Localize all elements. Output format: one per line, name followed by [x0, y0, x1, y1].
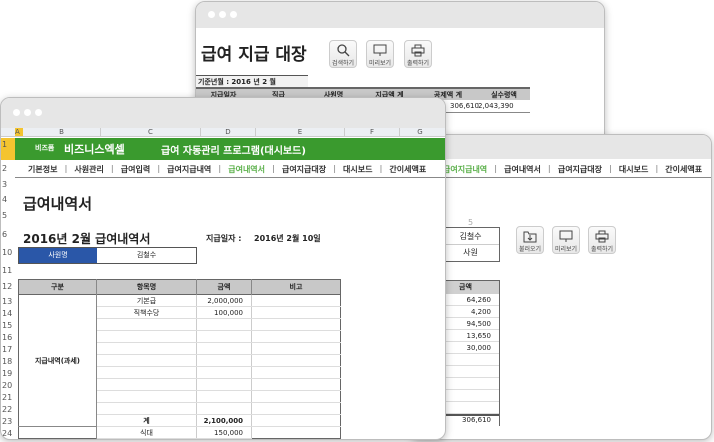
- row-number: 2: [2, 164, 8, 173]
- payslip-subtitle: 2016년 2월 급여내역서: [23, 232, 151, 246]
- search-icon: [337, 44, 350, 57]
- nav-item[interactable]: 대시보드: [619, 164, 648, 175]
- row-number: 20: [2, 381, 13, 390]
- dashboard-window: 급여지급내역 | 급여내역서 | 급여지급대장 | 대시보드 | 간이세액표 5 김철수…: [410, 134, 712, 440]
- nav-item[interactable]: 급여내역서: [228, 164, 265, 175]
- table-row: 식대 150,000: [18, 426, 341, 439]
- category-cell: 지급내역(과세): [18, 294, 97, 427]
- row-number: 4: [2, 195, 8, 204]
- print-button[interactable]: 출력하기: [588, 226, 616, 254]
- printer-icon: [411, 44, 425, 57]
- monitor-icon: [559, 230, 573, 242]
- nav-item[interactable]: 간이세액표: [389, 164, 426, 175]
- search-button[interactable]: 검색하기: [329, 40, 357, 68]
- pay-date: 2016년 2월 10일: [254, 234, 321, 243]
- employee-box: 김철수 사원: [441, 227, 500, 262]
- brand-name: 비즈니스엑셀: [64, 143, 125, 156]
- employee-selector[interactable]: 사원명 김철수: [18, 247, 197, 264]
- row-number: 17: [2, 345, 13, 354]
- row-number: 12: [2, 282, 13, 291]
- main-nav: 기본정보 | 사원관리 | 급여입력 | 급여지급내역 | 급여내역서 | 급여지급대장 | 대시보드 |…: [28, 164, 427, 175]
- title-bar: [1, 98, 445, 128]
- row-number: 24: [2, 429, 13, 438]
- row-number: 6: [2, 230, 8, 239]
- nav-item[interactable]: 급여지급대장: [558, 164, 602, 175]
- row-number: 14: [2, 309, 13, 318]
- print-button[interactable]: 출력하기: [404, 40, 432, 68]
- row-number: 16: [2, 333, 13, 342]
- load-button[interactable]: 불러오기: [516, 226, 544, 254]
- printer-icon: [595, 230, 609, 243]
- row-number: 15: [2, 321, 13, 330]
- nav-item[interactable]: 기본정보: [28, 164, 57, 175]
- pay-date-label: 지급일자 :: [206, 234, 242, 243]
- folder-icon: [523, 231, 537, 243]
- preview-button[interactable]: 미리보기: [366, 40, 394, 68]
- title-bar: [196, 2, 604, 28]
- row-number: 22: [2, 405, 13, 414]
- row-number: 19: [2, 369, 13, 378]
- row-number: 5: [2, 211, 8, 220]
- brand-small: 비즈폼: [35, 144, 55, 152]
- nav-item[interactable]: 간이세액표: [665, 164, 702, 175]
- employee-label: 사원명: [19, 248, 97, 263]
- payslip-window: A B C D E F G 비즈폼 비즈니스엑셀 급여 자동관리 프로그램(대시…: [0, 97, 446, 440]
- nav-item[interactable]: 급여지급내역: [443, 164, 487, 175]
- nav-item[interactable]: 급여내역서: [504, 164, 541, 175]
- employee-name[interactable]: 김철수: [97, 248, 196, 263]
- table-row: 지급내역(과세) 기본급 2,000,000: [18, 294, 341, 427]
- row-number: 21: [2, 393, 13, 402]
- ledger-title: 급여 지급 대장: [201, 45, 307, 65]
- nav-item[interactable]: 대시보드: [343, 164, 372, 175]
- nav-item[interactable]: 급여지급대장: [282, 164, 326, 175]
- row-number: 23: [2, 417, 13, 426]
- row-number: 1: [2, 140, 8, 149]
- column-headers: A B C D E F G: [1, 128, 445, 137]
- program-title: 급여 자동관리 프로그램(대시보드): [161, 146, 306, 157]
- page-title: 급여내역서: [23, 195, 93, 213]
- payslip-table: 구분 항목명 금액 비고 지급내역(과세) 기본급 2,000,000 직책수당 100…: [18, 279, 341, 439]
- nav-item[interactable]: 사원관리: [74, 164, 103, 175]
- nav-item[interactable]: 급여입력: [121, 164, 150, 175]
- nav-item[interactable]: 급여지급내역: [167, 164, 211, 175]
- row-number: 10: [2, 248, 13, 257]
- row-number: 3: [2, 180, 8, 189]
- mid-nav: 급여지급내역 | 급여내역서 | 급여지급대장 | 대시보드 | 간이세액표: [443, 164, 703, 175]
- monitor-icon: [373, 44, 387, 56]
- title-bar: [411, 135, 711, 159]
- row-number: 18: [2, 357, 13, 366]
- row-number: 13: [2, 297, 13, 306]
- preview-button[interactable]: 미리보기: [552, 226, 580, 254]
- brand-bar: 비즈폼 비즈니스엑셀 급여 자동관리 프로그램(대시보드): [15, 138, 445, 160]
- row-number: 11: [2, 266, 13, 275]
